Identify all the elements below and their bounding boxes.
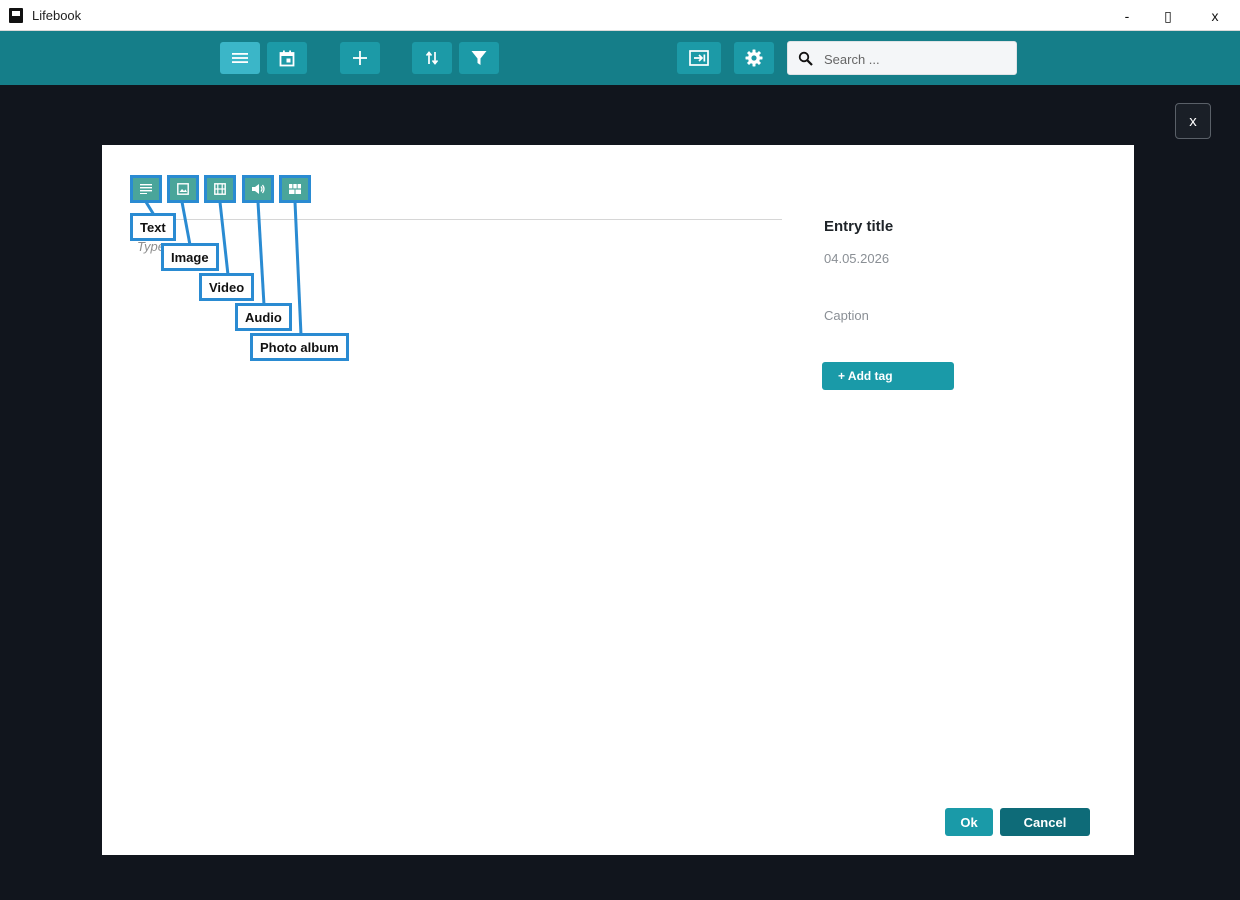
calendar-view-button[interactable] [267,42,307,74]
photo-album-icon [289,184,301,194]
filter-button[interactable] [459,42,499,74]
entry-date[interactable]: 04.05.2026 [824,251,889,266]
callout-text: Text [130,213,176,241]
add-photo-album-button[interactable] [279,175,311,203]
calendar-icon [279,50,295,66]
add-text-button[interactable] [130,175,162,203]
video-icon [214,183,226,195]
callout-video: Video [199,273,255,301]
app-logo-icon [9,8,23,23]
sort-icon [425,51,439,65]
gear-icon [745,49,763,67]
callout-image: Image [161,243,219,271]
close-window-button[interactable]: x [1200,6,1230,26]
settings-button[interactable] [734,42,774,74]
cancel-button[interactable]: Cancel [1000,808,1090,836]
entry-editor-dialog: Type ... Text Image Video Audio Photo al… [102,145,1134,855]
title-bar: Lifebook - ▯ x [0,0,1240,31]
search-box[interactable] [787,41,1017,75]
list-icon [232,53,248,63]
plus-icon [353,51,367,65]
add-image-button[interactable] [167,175,199,203]
audio-icon [252,184,265,194]
entry-title[interactable]: Entry title [824,218,893,235]
ok-button[interactable]: Ok [945,808,993,836]
add-audio-button[interactable] [242,175,274,203]
main-toolbar [0,31,1240,85]
search-icon [798,51,814,67]
image-icon [177,183,189,195]
maximize-button[interactable]: ▯ [1153,6,1183,26]
callout-leader-lines [144,201,303,336]
filter-icon [471,51,487,65]
entry-caption[interactable]: Caption [824,308,869,323]
sort-button[interactable] [412,42,452,74]
callout-audio: Audio [235,303,292,331]
list-view-button[interactable] [220,42,260,74]
search-input[interactable] [822,49,1006,69]
close-overlay-button[interactable]: x [1175,103,1211,139]
export-icon [689,50,709,66]
add-tag-button[interactable]: + Add tag [822,362,954,390]
add-video-button[interactable] [204,175,236,203]
editor-divider [130,219,782,220]
app-title: Lifebook [32,8,82,23]
text-icon [140,184,152,194]
export-button[interactable] [677,42,721,74]
callout-photo-album: Photo album [250,333,349,361]
minimize-button[interactable]: - [1112,6,1142,26]
add-entry-button[interactable] [340,42,380,74]
